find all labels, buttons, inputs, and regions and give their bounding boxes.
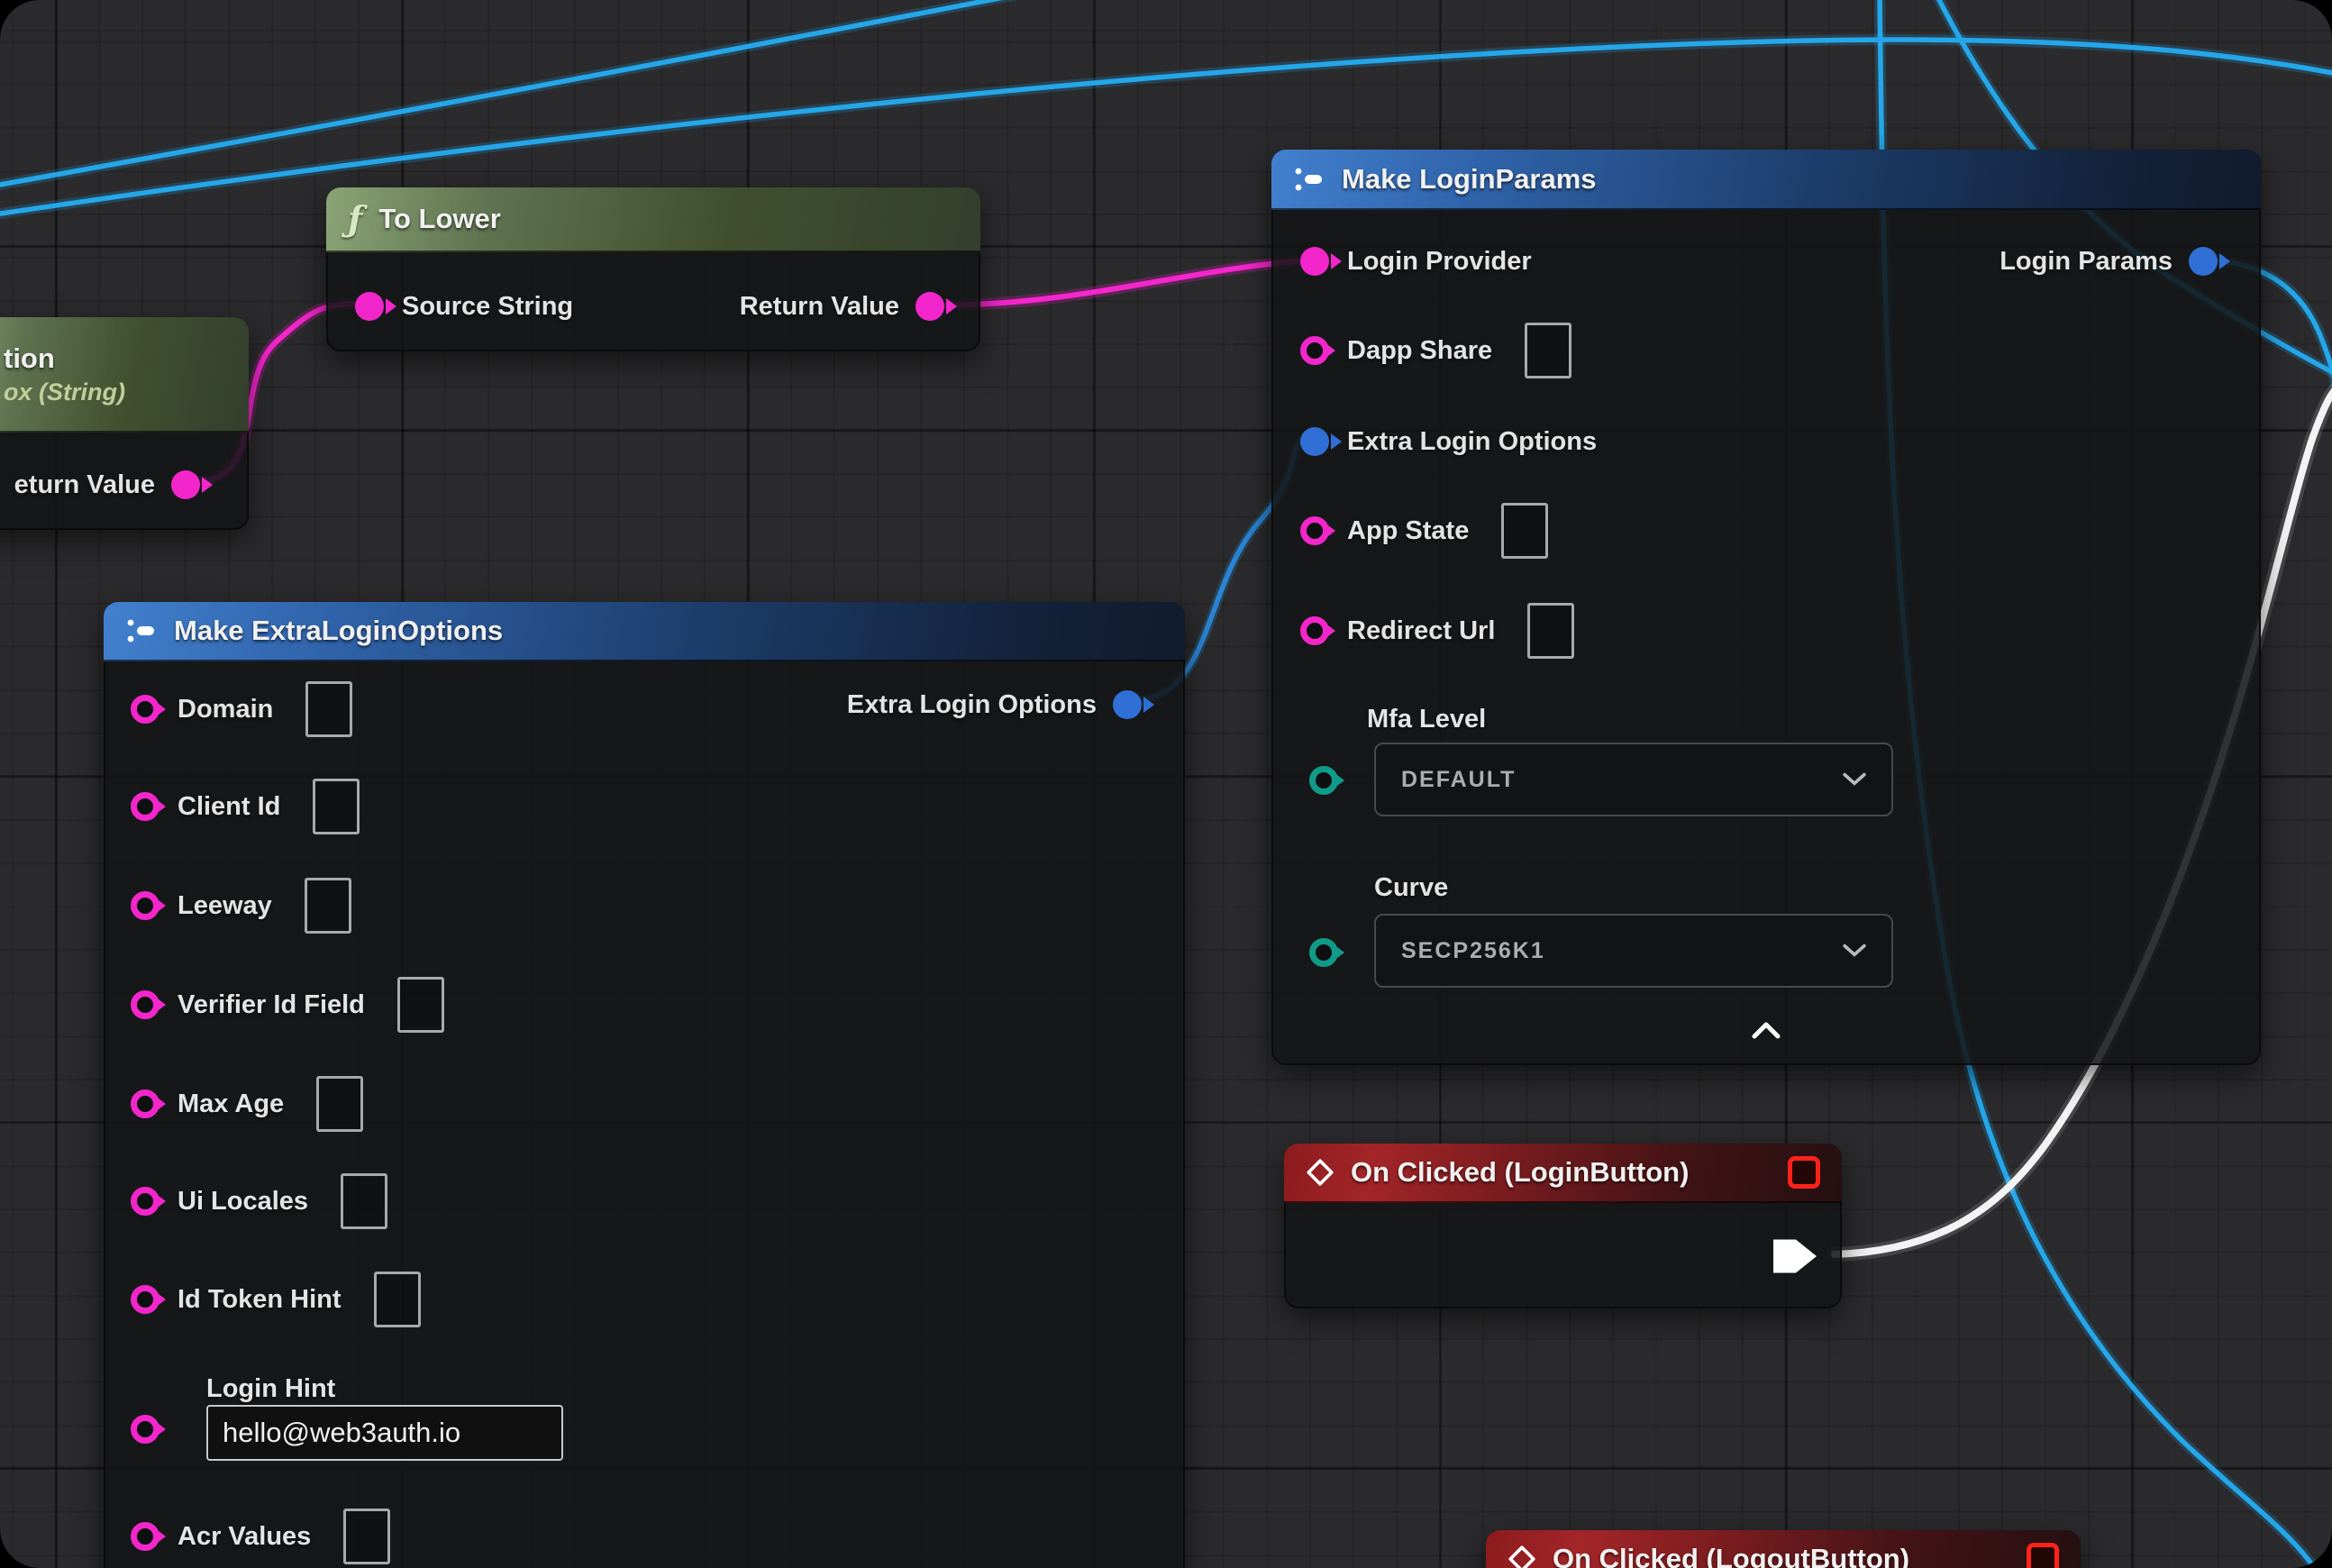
node-on-clicked-logout-button[interactable]: On Clicked (LogoutButton) (1486, 1530, 2081, 1568)
dapp-share-checkbox[interactable] (1525, 323, 1571, 378)
login-hint-value: hello@web3auth.io (223, 1417, 460, 1449)
client-id-pin[interactable] (131, 792, 159, 821)
extra-login-options-title: Make ExtraLoginOptions (174, 615, 503, 647)
redirect-url-pin[interactable] (1300, 616, 1329, 645)
extra-login-options-out-pin[interactable] (1113, 690, 1142, 719)
id-token-hint-label: Id Token Hint (178, 1285, 342, 1315)
blueprint-canvas[interactable]: tion ox (String) eturn Value ƒ To Lower … (0, 0, 2332, 1568)
verifier-id-field-pin[interactable] (131, 990, 159, 1019)
domain-pin[interactable] (131, 695, 159, 724)
chevron-down-icon (1843, 944, 1866, 958)
event-bind-icon[interactable] (1788, 1156, 1820, 1189)
collapse-node-icon[interactable] (1750, 1020, 1782, 1040)
node-combo-box-subtitle: ox (String) (4, 378, 125, 406)
event-diamond-icon (1508, 1545, 1536, 1568)
wire-blue-top-steep-core (0, 0, 1027, 186)
curve-value: SECP256K1 (1401, 938, 1545, 964)
dapp-share-pin[interactable] (1300, 336, 1329, 365)
node-make-login-params[interactable]: Make LoginParams Login Params Login Prov… (1271, 150, 2261, 1065)
redirect-url-checkbox[interactable] (1527, 603, 1574, 659)
client-id-label: Client Id (178, 792, 280, 822)
login-params-header[interactable]: Make LoginParams (1271, 150, 2261, 210)
ui-locales-pin[interactable] (131, 1187, 159, 1216)
ui-locales-checkbox[interactable] (341, 1173, 387, 1229)
mfa-level-pin[interactable] (1309, 766, 1338, 795)
extra-login-options-header[interactable]: Make ExtraLoginOptions (104, 602, 1185, 661)
acr-values-checkbox[interactable] (343, 1509, 390, 1564)
to-lower-header[interactable]: ƒ To Lower (326, 187, 980, 252)
make-struct-icon (1293, 164, 1325, 195)
login-params-out-pin[interactable] (2189, 247, 2218, 276)
event-bind-icon[interactable] (2027, 1543, 2059, 1568)
login-hint-label: Login Hint (206, 1374, 335, 1404)
id-token-hint-pin[interactable] (131, 1285, 159, 1314)
acr-values-pin[interactable] (131, 1522, 159, 1551)
id-token-hint-checkbox[interactable] (374, 1272, 421, 1327)
acr-values-label: Acr Values (178, 1522, 311, 1552)
node-combo-box-title: tion (4, 342, 55, 375)
leeway-pin[interactable] (131, 891, 159, 920)
mfa-level-label: Mfa Level (1367, 705, 1486, 734)
node-combo-box-partial[interactable]: tion ox (String) eturn Value (0, 317, 249, 530)
wire-blue-top-steep (0, 0, 1027, 186)
extra-login-options-in-pin[interactable] (1300, 427, 1329, 456)
return-value-pin[interactable] (171, 470, 200, 499)
wire-pink-tolower-to-provider (926, 260, 1307, 305)
on-clicked-login-header[interactable]: On Clicked (LoginButton) (1284, 1144, 1842, 1203)
source-string-label: Source String (402, 292, 573, 322)
return-value-label: eturn Value (14, 470, 155, 500)
login-params-title: Make LoginParams (1342, 163, 1597, 196)
app-state-pin[interactable] (1300, 516, 1329, 545)
node-on-clicked-login-button[interactable]: On Clicked (LoginButton) (1284, 1144, 1842, 1308)
login-provider-label: Login Provider (1347, 247, 1532, 277)
login-hint-pin[interactable] (131, 1415, 159, 1444)
make-struct-icon (125, 615, 158, 646)
dapp-share-label: Dapp Share (1347, 336, 1492, 366)
max-age-checkbox[interactable] (316, 1076, 363, 1132)
app-state-label: App State (1347, 516, 1469, 546)
ui-locales-label: Ui Locales (178, 1187, 308, 1217)
node-to-lower[interactable]: ƒ To Lower Source String Return Value (326, 187, 980, 351)
curve-pin[interactable] (1309, 938, 1338, 967)
mfa-level-dropdown[interactable]: DEFAULT (1374, 743, 1893, 816)
event-diamond-icon (1306, 1158, 1335, 1187)
wire-pink-tolower-to-provider-core (926, 260, 1307, 305)
to-lower-return-pin[interactable] (915, 292, 944, 321)
node-combo-box-header[interactable]: tion ox (String) (0, 317, 249, 433)
login-params-out-label: Login Params (2000, 247, 2173, 277)
node-make-extra-login-options[interactable]: Make ExtraLoginOptions Extra Login Optio… (104, 602, 1185, 1568)
login-hint-input[interactable]: hello@web3auth.io (206, 1405, 563, 1461)
leeway-checkbox[interactable] (305, 878, 351, 934)
exec-out-pin[interactable] (1773, 1237, 1817, 1275)
max-age-label: Max Age (178, 1089, 284, 1119)
source-string-pin[interactable] (355, 292, 384, 321)
app-state-checkbox[interactable] (1501, 503, 1548, 559)
redirect-url-label: Redirect Url (1347, 616, 1495, 646)
leeway-label: Leeway (178, 891, 272, 921)
max-age-pin[interactable] (131, 1089, 159, 1118)
on-clicked-logout-title: On Clicked (LogoutButton) (1553, 1543, 1909, 1568)
on-clicked-logout-header[interactable]: On Clicked (LogoutButton) (1486, 1530, 2081, 1568)
function-icon: ƒ (348, 202, 362, 236)
curve-dropdown[interactable]: SECP256K1 (1374, 914, 1893, 988)
to-lower-return-label: Return Value (740, 292, 899, 322)
domain-label: Domain (178, 695, 273, 725)
mfa-level-value: DEFAULT (1401, 767, 1516, 793)
extra-login-options-out-label: Extra Login Options (847, 690, 1097, 720)
domain-checkbox[interactable] (305, 681, 352, 737)
login-provider-pin[interactable] (1300, 247, 1329, 276)
verifier-id-field-checkbox[interactable] (397, 977, 444, 1033)
verifier-id-field-label: Verifier Id Field (178, 990, 365, 1020)
client-id-checkbox[interactable] (313, 779, 360, 834)
extra-login-options-in-label: Extra Login Options (1347, 427, 1597, 457)
curve-label: Curve (1374, 873, 1448, 903)
on-clicked-login-title: On Clicked (LoginButton) (1351, 1156, 1689, 1189)
to-lower-title: To Lower (378, 203, 500, 235)
chevron-down-icon (1843, 772, 1866, 787)
